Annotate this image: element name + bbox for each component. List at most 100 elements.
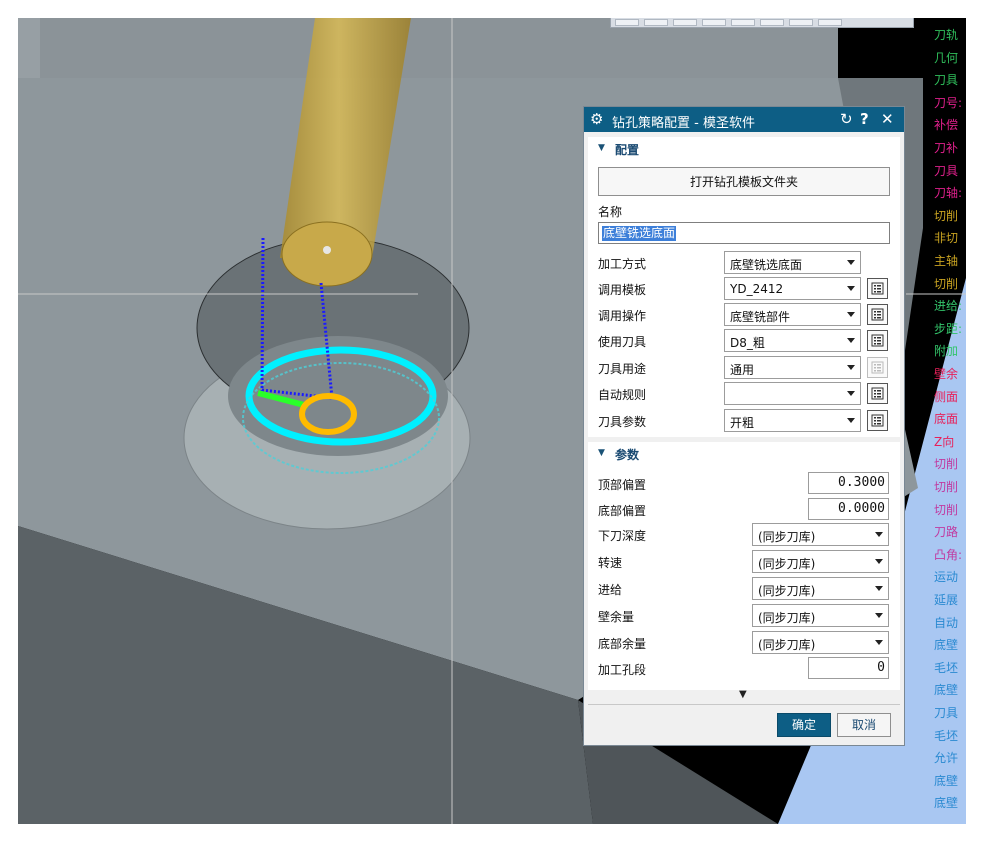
chevron-down-icon [847, 312, 855, 317]
list-picker-icon[interactable] [867, 383, 888, 404]
select-value: 底壁铣选底面 [730, 258, 803, 272]
status-item: 切削 [934, 457, 959, 472]
dialog-title: 钻孔策略配置 - 模圣软件 [612, 116, 755, 131]
status-item: 切削 [934, 276, 959, 291]
depth-label: 下刀深度 [598, 529, 647, 543]
dialog-titlebar[interactable]: ⚙ 钻孔策略配置 - 模圣软件 ↻ ? ✕ [584, 107, 904, 132]
collapse-arrow-icon: ▼ [598, 143, 605, 153]
status-item: 主轴 [934, 254, 959, 268]
top-offset-input[interactable]: 0.3000 [808, 472, 889, 494]
chevron-down-icon [847, 418, 855, 423]
status-info-list: 刀轨 几何 刀具 刀号: 补偿 刀补 刀具 刀轴: 切削 非切 主轴 切削 进给: 步距: 附加 壁余 侧面 底面… [933, 18, 966, 824]
status-item: 毛坯 [934, 660, 959, 675]
list-picker-icon[interactable] [867, 304, 888, 325]
toolbar-button[interactable] [818, 19, 842, 26]
config-row-label: 调用模板 [598, 283, 647, 297]
speed-select[interactable]: (同步刀库) [752, 550, 889, 573]
toolbar-button[interactable] [731, 19, 755, 26]
feed-label: 进给 [598, 583, 623, 597]
toolbar-button[interactable] [673, 19, 697, 26]
chevron-down-icon [875, 559, 883, 564]
config-row-label: 使用刀具 [598, 335, 647, 349]
chevron-down-icon [847, 286, 855, 291]
config-row-select[interactable]: 底壁铣选底面 [724, 251, 861, 274]
status-item: 刀具 [934, 163, 959, 178]
toolbar-button[interactable] [760, 19, 784, 26]
config-row-label: 刀具用途 [598, 362, 647, 376]
wall-stock-select[interactable]: (同步刀库) [752, 604, 889, 627]
gear-icon: ⚙ [590, 110, 604, 128]
expand-more-icon[interactable]: ▼ [739, 689, 747, 700]
name-label: 名称 [598, 205, 623, 219]
select-value: YD_2412 [730, 282, 784, 296]
status-item: 刀号: [934, 95, 963, 110]
floor-stock-label: 底部余量 [598, 637, 647, 651]
depth-select[interactable]: (同步刀库) [752, 523, 889, 546]
feed-select[interactable]: (同步刀库) [752, 577, 889, 600]
status-item: 刀补 [934, 141, 959, 155]
section-config-body: 打开钻孔模板文件夹 名称 底壁铣选底面 加工方式 底壁铣选底面调用模板 YD_241… [588, 161, 900, 437]
status-item: Z向 [934, 434, 955, 449]
section-params-label: 参数 [615, 448, 640, 462]
toolbar-button[interactable] [789, 19, 813, 26]
select-value: D8_粗 [730, 336, 765, 350]
status-item: 几何 [934, 50, 959, 65]
status-item: 切削 [934, 208, 959, 223]
view-toolbar [610, 18, 914, 28]
status-item: 底壁 [934, 683, 959, 698]
close-icon[interactable]: ✕ [881, 110, 894, 128]
config-row-select[interactable]: 开粗 [724, 409, 861, 432]
list-picker-icon[interactable] [867, 278, 888, 299]
name-input[interactable]: 底壁铣选底面 [598, 222, 890, 244]
status-item: 运动 [934, 570, 959, 585]
reset-icon[interactable]: ↻ [840, 110, 853, 128]
help-icon[interactable]: ? [860, 110, 869, 128]
select-value: 开粗 [730, 416, 755, 430]
wall-stock-label: 壁余量 [598, 610, 635, 624]
drill-strategy-dialog: ⚙ 钻孔策略配置 - 模圣软件 ↻ ? ✕ ▼ 配置 打开钻孔模板文件夹 名称 … [583, 106, 905, 746]
config-row-label: 调用操作 [598, 309, 647, 323]
bottom-offset-input[interactable]: 0.0000 [808, 498, 889, 520]
toolbar-button[interactable] [702, 19, 726, 26]
speed-label: 转速 [598, 556, 623, 570]
config-row-label: 加工方式 [598, 257, 647, 271]
list-picker-icon[interactable] [867, 410, 888, 431]
status-item: 补偿 [934, 118, 959, 133]
section-config-header[interactable]: ▼ 配置 [588, 137, 900, 161]
status-item: 刀具 [934, 706, 959, 720]
chevron-down-icon [847, 365, 855, 370]
chevron-down-icon [875, 532, 883, 537]
chevron-down-icon [847, 391, 855, 396]
status-item: 切削 [934, 480, 959, 494]
open-template-folder-button[interactable]: 打开钻孔模板文件夹 [598, 167, 890, 196]
hole-segment-input[interactable]: 0 [808, 657, 889, 679]
config-row-select[interactable]: D8_粗 [724, 329, 861, 352]
cancel-button[interactable]: 取消 [837, 713, 891, 737]
config-row-select[interactable] [724, 382, 861, 405]
config-row-select[interactable]: 底壁铣部件 [724, 303, 861, 326]
status-item: 刀具 [934, 73, 959, 88]
list-picker-icon [867, 357, 888, 378]
tool-center-point [323, 246, 331, 254]
select-value: 底壁铣部件 [730, 310, 791, 324]
section-params-body: 顶部偏置 0.3000 底部偏置 0.0000 下刀深度 (同步刀库) 转速 (… [588, 466, 900, 690]
status-item: 刀路 [934, 525, 959, 540]
status-item: 底壁 [934, 773, 959, 788]
chevron-down-icon [875, 640, 883, 645]
floor-stock-select[interactable]: (同步刀库) [752, 631, 889, 654]
config-row-select[interactable]: 通用 [724, 356, 861, 379]
config-row-select[interactable]: YD_2412 [724, 277, 861, 300]
status-item: 毛坯 [934, 728, 959, 743]
section-params-header[interactable]: ▼ 参数 [588, 442, 900, 466]
toolbar-button[interactable] [615, 19, 639, 26]
toolbar-button[interactable] [644, 19, 668, 26]
status-item: 底面 [934, 412, 959, 427]
chevron-down-icon [847, 338, 855, 343]
status-item: 进给: [934, 299, 963, 314]
status-item: 底壁 [934, 796, 959, 811]
dialog-divider [588, 704, 900, 705]
ok-button[interactable]: 确定 [777, 713, 831, 737]
status-item: 步距: [934, 321, 963, 336]
list-picker-icon[interactable] [867, 330, 888, 351]
status-item: 刀轴: [934, 186, 963, 201]
